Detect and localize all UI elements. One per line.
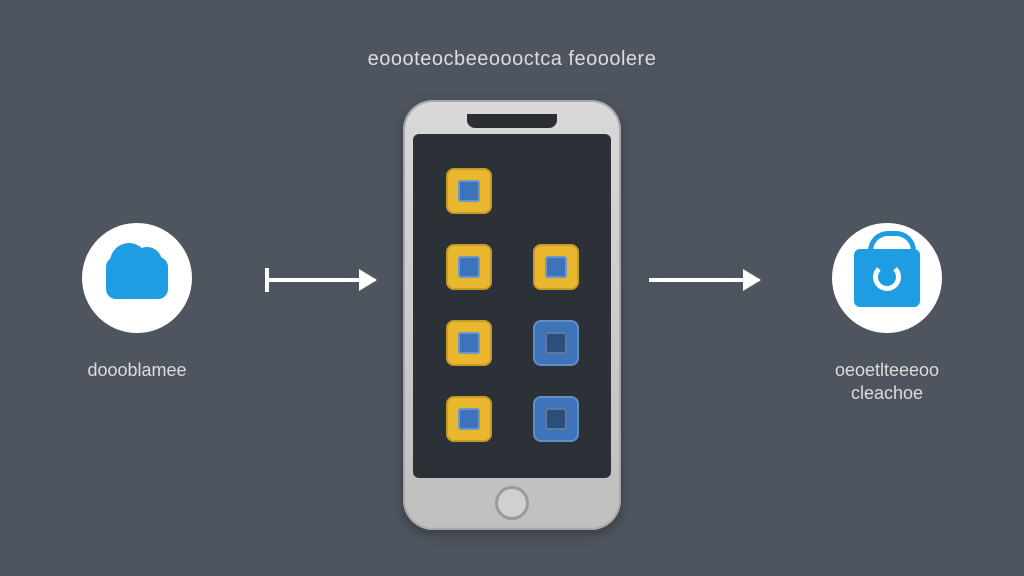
target-label-line1: oeoetlteeeoo [835,360,939,380]
source-node: doooblamee [37,223,237,407]
target-node: oeoetlteeeoo cleachoe [787,223,987,407]
shopping-bag-icon [854,249,920,307]
phone-home-button [495,486,529,520]
app-4-icon [446,320,492,366]
app-6-icon [446,396,492,442]
target-label: oeoetlteeeoo cleachoe [835,359,939,407]
app-5-icon [533,320,579,366]
target-circle [832,223,942,333]
diagram-title: eoooteocbeeoooctca feooolere [0,48,1024,71]
cloud-icon [106,257,168,299]
app-1-icon [446,168,492,214]
arrow-left-icon [265,278,375,282]
source-label: doooblamee [87,359,186,407]
app-2-icon [446,244,492,290]
source-circle [82,223,192,333]
app-7-icon [533,396,579,442]
phone-device [403,100,621,530]
target-label-line2: cleachoe [851,383,923,403]
arrow-right-icon [649,278,759,282]
phone-screen [413,134,611,478]
bag-mark-icon [873,263,901,291]
diagram-stage: doooblamee oeoetlteeeoo cleachoe [0,100,1024,530]
phone-speaker [467,114,557,128]
app-3-icon [533,244,579,290]
